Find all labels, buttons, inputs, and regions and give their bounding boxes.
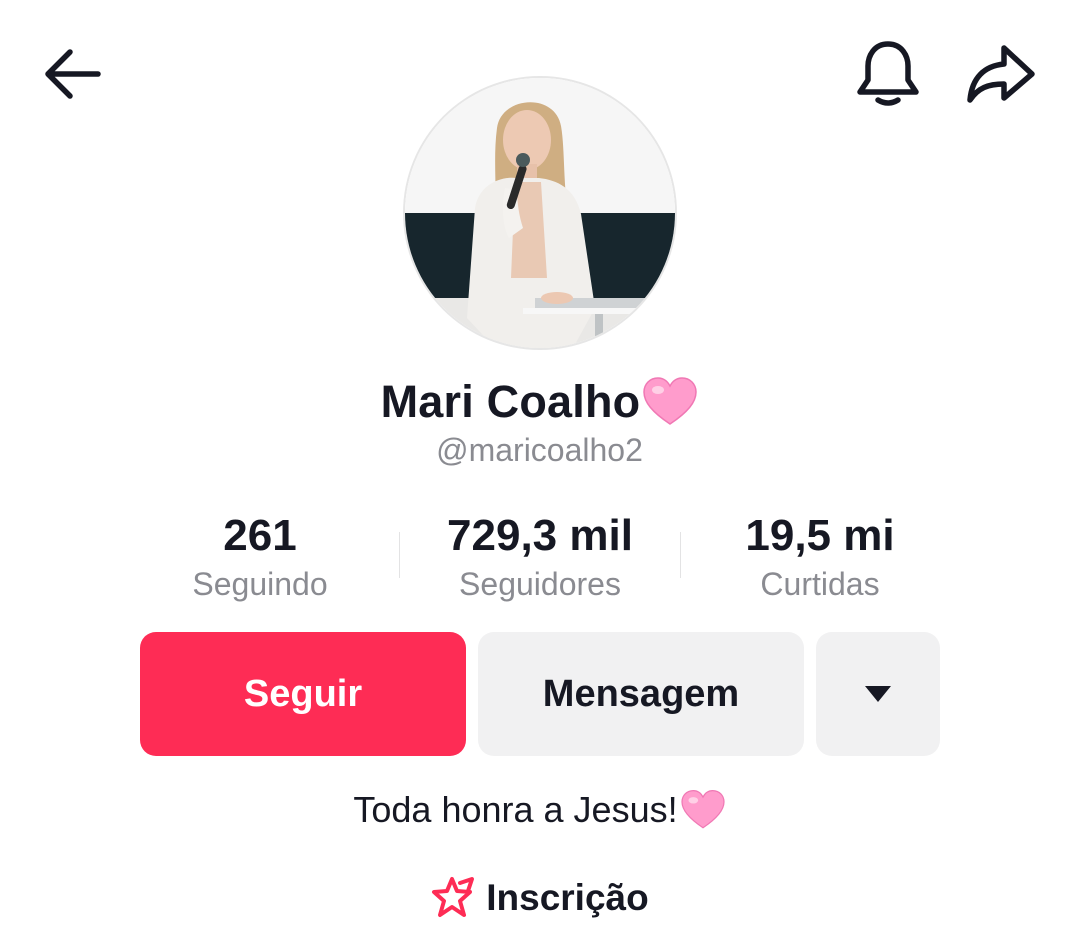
stat-likes[interactable]: 19,5 mi Curtidas <box>680 508 960 604</box>
pink-heart-emoji-icon <box>681 790 725 829</box>
back-button[interactable] <box>36 38 112 110</box>
message-button[interactable]: Mensagem <box>478 632 804 756</box>
star-subscription-icon <box>432 877 475 917</box>
notification-button[interactable] <box>852 36 924 110</box>
stat-label: Seguindo <box>192 566 328 602</box>
pink-heart-emoji-icon <box>643 377 698 425</box>
avatar[interactable] <box>405 78 675 348</box>
follow-button[interactable]: Seguir <box>140 632 466 756</box>
stat-value: 19,5 mi <box>745 511 895 560</box>
bio-text: Toda honra a Jesus! <box>353 789 678 830</box>
caret-down-icon <box>865 686 891 702</box>
arrow-left-icon <box>45 49 101 99</box>
subscription-link[interactable]: Inscrição <box>0 870 1079 926</box>
stat-label: Seguidores <box>459 566 621 602</box>
profile-stats: 261 Seguindo 729,3 mil Seguidores 19,5 m… <box>120 508 960 608</box>
share-arrow-icon <box>967 45 1035 103</box>
stat-value: 729,3 mil <box>447 511 633 560</box>
profile-handle: @maricoalho2 <box>436 432 643 468</box>
bell-icon <box>857 41 919 106</box>
avatar-photo <box>405 78 675 348</box>
share-button[interactable] <box>962 38 1040 110</box>
stat-value: 261 <box>223 511 297 560</box>
subscription-label: Inscrição <box>486 877 649 918</box>
profile-name-row: Mari Coalho <box>0 372 1079 432</box>
stat-followers[interactable]: 729,3 mil Seguidores <box>400 508 680 604</box>
profile-name: Mari Coalho <box>380 376 641 427</box>
profile-bio: Toda honra a Jesus! <box>0 784 1079 836</box>
stat-label: Curtidas <box>760 566 880 602</box>
stat-following[interactable]: 261 Seguindo <box>120 508 400 604</box>
more-options-button[interactable] <box>816 632 940 756</box>
